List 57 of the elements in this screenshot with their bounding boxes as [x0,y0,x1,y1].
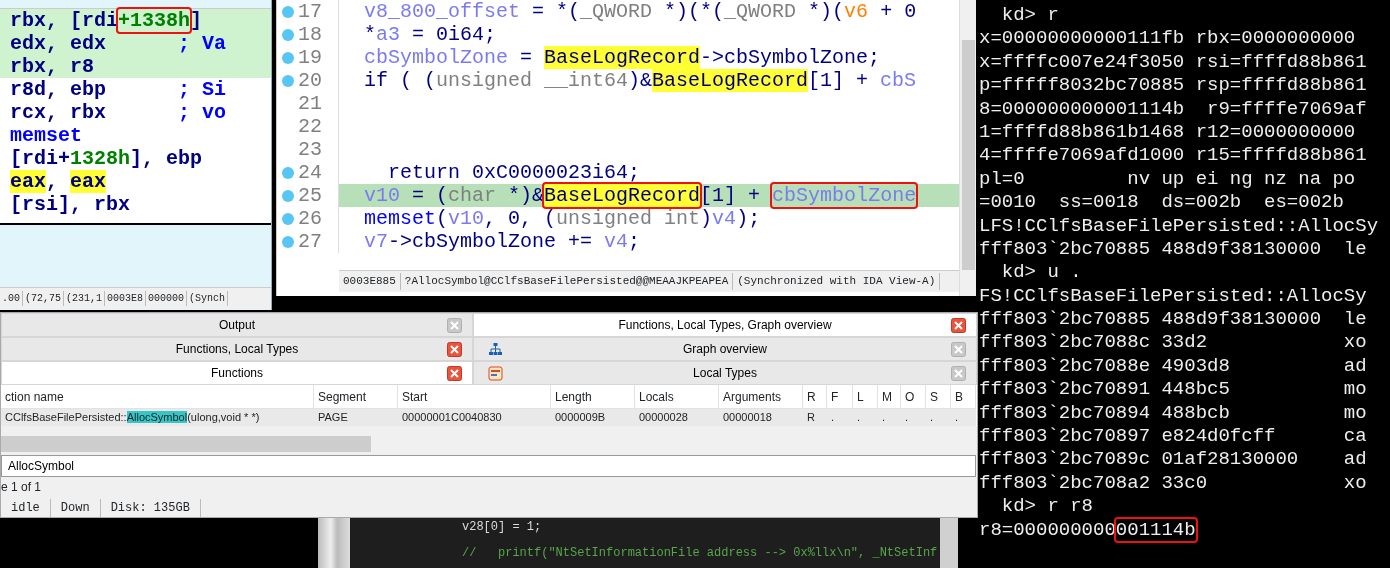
status-field: 0003E8 [105,291,147,306]
table-cell: . [926,409,951,426]
status-field: 000000 [146,291,188,306]
line-number: 19 [298,46,322,69]
table-cell[interactable]: CClfsBaseFilePersisted::AllocSymbol(ulong,void * *) [1,409,314,426]
line-number: 23 [298,138,322,161]
code-line: rcx, rbx ; vo [9,101,228,124]
code-line: *a3 = 0i64; [363,23,498,46]
line-number: 25 [298,184,322,207]
table-cell: . [951,409,976,426]
status-field: Down [50,499,101,517]
code-line: return 0xC0000023i64; [387,161,642,184]
code-line: // printf("NtSetInformationFile address --> 0x%llx\n", _NtSetInf [462,546,939,561]
status-field: (231,1 [64,291,106,306]
table-cell: . [878,409,901,426]
table-cell: 00000028 [635,409,719,426]
status-field: Disk: 135GB [100,499,201,517]
table-cell: 0000009B [551,409,635,426]
panel-tab[interactable]: Output [1,313,473,337]
table-cell: PAGE [314,409,398,426]
filter-field[interactable]: AllocSymbol [1,455,976,477]
table-cell: R [803,409,827,426]
status-field: (72,75 [23,291,65,306]
page-counter: e 1 of 1 [1,479,43,496]
table-cell: 00000018 [719,409,803,426]
code-line: memset(v10, 0, (unsigned int)v4); [363,207,762,230]
status-field: (Synchronized with IDA View-A) [733,273,941,290]
line-number: 21 [298,92,322,115]
line-number: 26 [298,207,322,230]
table-cell: . [901,409,926,426]
panel-tab[interactable]: Functions, Local Types [1,337,473,361]
code-line: r8d, ebp ; Si [9,78,228,101]
code-line: v28[0] = 1; [462,520,543,535]
line-number: 24 [298,161,322,184]
status-field: .00 [0,291,23,306]
line-number: 27 [298,230,322,253]
code-line: eax, eax [9,170,108,193]
line-number: 20 [298,69,322,92]
table-cell: . [827,409,853,426]
line-number: 22 [298,115,322,138]
table-cell: 00000001C0040830 [398,409,551,426]
panel-tab[interactable]: Functions, Local Types, Graph overview [473,313,977,337]
panel-tab[interactable]: Functions [1,361,473,385]
line-number: 17 [298,0,322,23]
code-line: memset [9,124,83,147]
status-field: 0003E885 [339,273,401,290]
line-number: 18 [298,23,322,46]
panel-tab[interactable]: Local Types [473,361,977,385]
panel-tab[interactable]: Graph overview [473,337,977,361]
table-cell: . [853,409,878,426]
status-field: (Synch [187,291,229,306]
code-line: [rsi], rbx [9,193,132,216]
code-line: v8_800_offset = *(_QWORD *)(*(_QWORD *)(v6 + 0 [363,0,918,23]
code-line: [rdi+1328h], ebp [9,147,204,170]
status-field: ?AllocSymbol@CClfsBaseFilePersisted@@MEAAJKPEAPEA [400,273,734,290]
code-line: v7->cbSymbolZone += v4; [363,230,642,253]
status-field: idle [1,499,51,517]
